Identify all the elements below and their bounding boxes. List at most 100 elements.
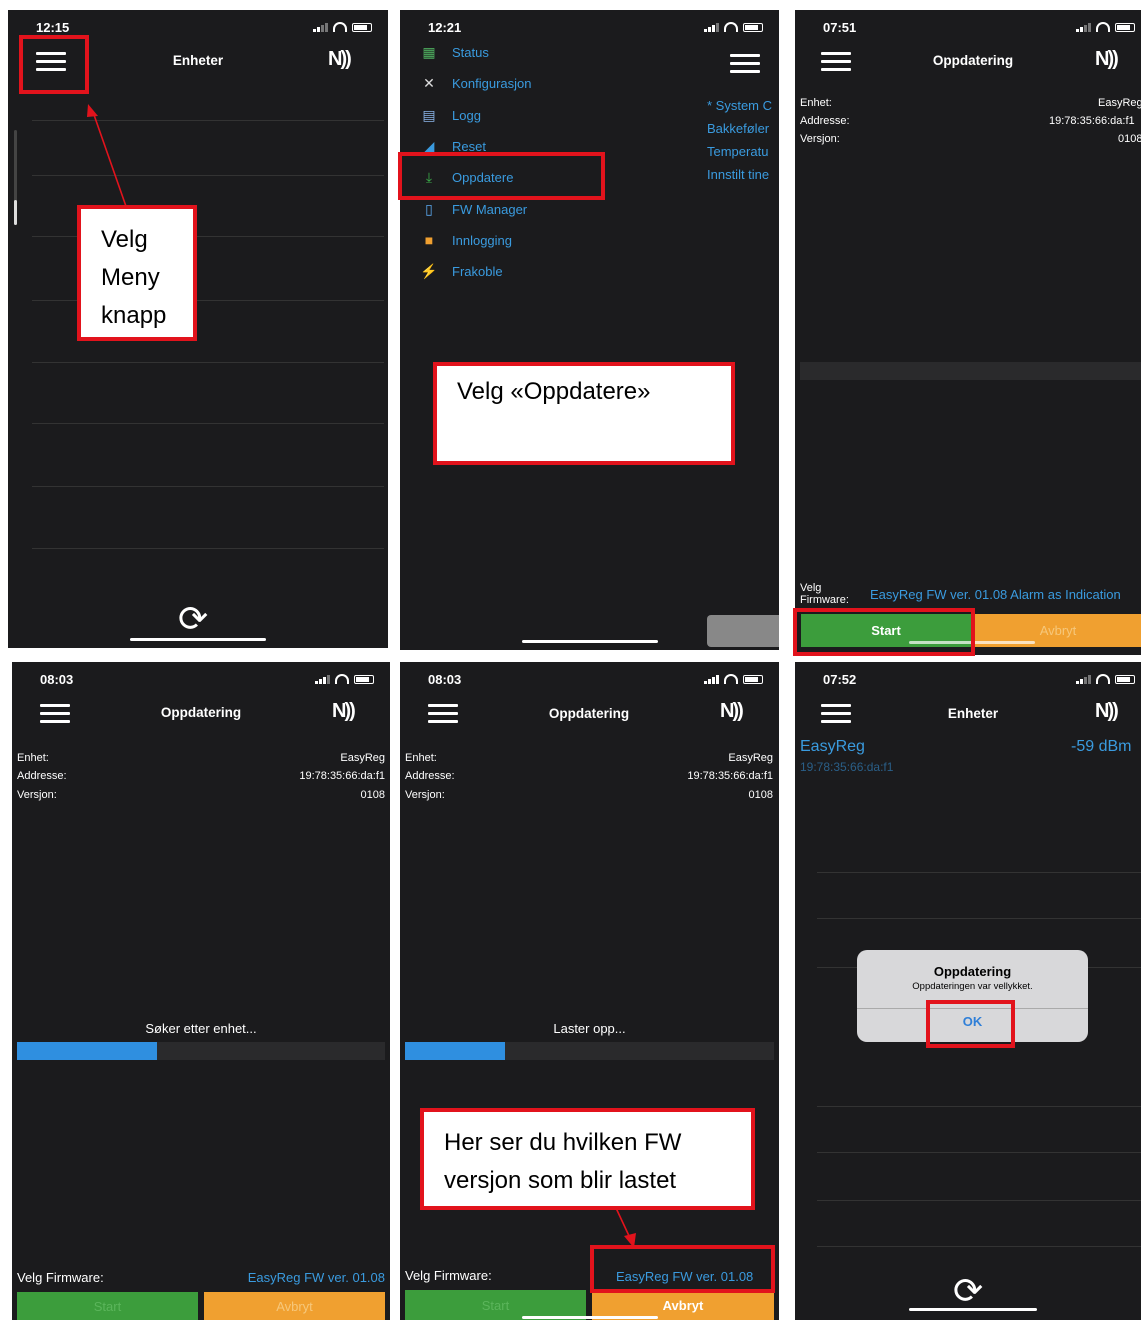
progress-fill — [405, 1042, 505, 1060]
version-value: 0108 — [1118, 133, 1141, 145]
nfc-icon[interactable]: N)) — [1095, 700, 1119, 723]
status-icons — [704, 22, 763, 32]
list-item: * System C — [707, 98, 773, 113]
home-indicator — [130, 638, 266, 641]
highlight-ok-button — [926, 1000, 1015, 1048]
tools-icon: ✕ — [423, 74, 435, 91]
page-title: Oppdatering — [548, 706, 630, 721]
highlight-fw-version — [590, 1245, 775, 1293]
start-button[interactable]: Start — [17, 1292, 198, 1320]
device-value: EasyReg — [728, 752, 773, 764]
signal-icon — [1076, 674, 1091, 684]
menu-item-konfigurasjon[interactable]: ✕ Konfigurasjon — [420, 74, 532, 91]
refresh-icon[interactable]: ⟳ — [178, 598, 208, 640]
wifi-icon — [724, 22, 738, 32]
status-icons — [1076, 22, 1135, 32]
menu-item-label: Status — [452, 44, 489, 60]
status-icon: ▦ — [422, 43, 436, 60]
version-value: 0108 — [360, 789, 385, 801]
menu-item-status[interactable]: ▦ Status — [420, 43, 489, 60]
wifi-icon — [335, 674, 349, 684]
wifi-icon — [1096, 674, 1110, 684]
menu-icon[interactable] — [730, 54, 760, 74]
screen-update-uploading: 08:03 Oppdatering N)) Enhet: Addresse: V… — [400, 662, 779, 1320]
screen-update-searching: 08:03 Oppdatering N)) Enhet: Addresse: V… — [12, 662, 390, 1320]
menu-icon[interactable] — [821, 52, 851, 72]
menu-item-label: Logg — [452, 107, 481, 123]
address-label: Addresse: — [800, 115, 850, 127]
page-title: Enheter — [172, 53, 224, 68]
device-name: EasyReg — [800, 738, 865, 755]
wifi-icon — [1096, 22, 1110, 32]
wifi-icon — [333, 22, 347, 32]
callout-text: Velg «Oppdatere» — [457, 378, 651, 405]
device-value: EasyReg — [340, 752, 385, 764]
address-value: 19:78:35:66:da:f1 — [1049, 115, 1135, 127]
screen-update-start: 07:51 Oppdatering N)) Enhet: Addresse: V… — [795, 10, 1141, 655]
callout-fw-version: Her ser du hvilken FW versjon som blir l… — [420, 1108, 755, 1210]
cancel-button[interactable]: Avbryt — [204, 1292, 385, 1320]
firmware-select[interactable]: EasyReg FW ver. 01.08 Alarm as Indicatio… — [870, 587, 1121, 602]
version-value: 0108 — [748, 789, 773, 801]
nfc-icon[interactable]: N)) — [332, 700, 356, 723]
status-time: 12:21 — [428, 20, 462, 35]
dialog-title: Oppdatering — [933, 964, 1012, 979]
nfc-icon[interactable]: N)) — [1095, 48, 1119, 71]
home-indicator — [909, 1308, 1037, 1311]
status-time: 07:52 — [823, 672, 857, 687]
status-time: 08:03 — [428, 672, 462, 687]
background-button — [707, 615, 779, 647]
address-label: Addresse: — [17, 770, 67, 782]
screen-devices-menu-button: 12:15 Enheter N)) ⟳ — [8, 10, 388, 648]
status-icons — [315, 674, 374, 684]
battery-icon — [1115, 22, 1135, 32]
firmware-label: Velg Firmware: — [405, 1268, 492, 1283]
menu-item-frakoble[interactable]: ⚡ Frakoble — [420, 263, 503, 279]
battery-icon — [743, 674, 763, 684]
page-title: Enheter — [947, 706, 999, 721]
firmware-label-line1: Velg — [800, 582, 822, 594]
file-icon: ▯ — [425, 200, 433, 217]
device-label: Enhet: — [17, 752, 49, 764]
status-text: Laster opp... — [553, 1021, 626, 1036]
status-time: 12:15 — [36, 20, 70, 35]
status-time: 08:03 — [40, 672, 74, 687]
highlight-menu-button — [19, 35, 89, 94]
highlight-oppdatere — [398, 152, 605, 200]
address-value: 19:78:35:66:da:f1 — [299, 770, 385, 782]
status-time: 07:51 — [823, 20, 857, 35]
menu-item-fw-manager[interactable]: ▯ FW Manager — [420, 201, 527, 217]
firmware-select[interactable]: EasyReg FW ver. 01.08 — [248, 1270, 385, 1285]
background-list: * System C Bakkeføler Temperatu Innstilt… — [707, 94, 779, 186]
progress-bar — [800, 362, 1141, 380]
menu-item-label: Konfigurasjon — [452, 75, 532, 91]
device-list-item[interactable]: EasyReg -59 dBm 19:78:35:66:da:f1 — [795, 736, 1141, 776]
scroll-indicator — [14, 130, 17, 225]
device-value: EasyReg — [1098, 97, 1141, 109]
progress-bar — [405, 1042, 774, 1060]
list-item: Innstilt tine — [707, 167, 770, 182]
device-rssi: -59 dBm — [1071, 738, 1132, 755]
nfc-icon[interactable]: N)) — [720, 700, 744, 723]
menu-item-logg[interactable]: ▤ Logg — [420, 107, 481, 123]
menu-item-innlogging[interactable]: ■ Innlogging — [420, 232, 512, 248]
callout-line: Her ser du hvilken FW — [444, 1129, 682, 1156]
wifi-icon — [724, 674, 738, 684]
firmware-label-line2: Firmware: — [800, 594, 849, 606]
refresh-icon[interactable]: ⟳ — [953, 1270, 983, 1312]
battery-icon — [743, 22, 763, 32]
callout-line: Velg — [101, 226, 148, 253]
nfc-icon[interactable]: N)) — [328, 48, 352, 71]
dialog-message: Oppdateringen var vellykket. — [912, 981, 1033, 992]
screen-side-menu: 12:21 ▦ Status ✕ Konfigurasjon ▤ Logg ◢ … — [400, 10, 779, 650]
status-icons — [704, 674, 763, 684]
battery-icon — [1115, 674, 1135, 684]
menu-item-label: Frakoble — [452, 263, 503, 279]
menu-item-label: Innlogging — [452, 232, 512, 248]
menu-icon[interactable] — [821, 704, 851, 724]
menu-icon[interactable] — [428, 704, 458, 724]
menu-icon[interactable] — [40, 704, 70, 724]
signal-icon — [313, 22, 328, 32]
callout-line: knapp — [101, 302, 167, 329]
callout-oppdatere: Velg «Oppdatere» — [433, 362, 735, 465]
